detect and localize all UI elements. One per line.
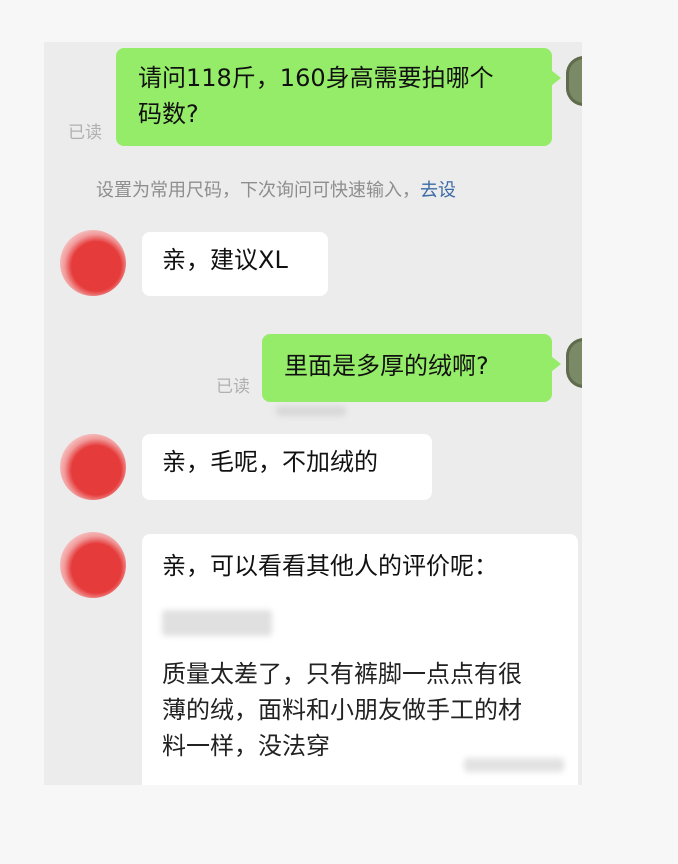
review-line: 质量太差了，只有裤脚一点点有很 <box>162 660 522 688</box>
my-message-bubble[interactable]: 里面是多厚的绒啊? <box>262 334 561 402</box>
message-line: 码数? <box>138 100 199 128</box>
their-message-bubble[interactable]: 亲，毛呢，不加绒的 <box>142 434 432 500</box>
blurred-reviewer-name <box>162 610 272 636</box>
message-text: 亲，可以看看其他人的评价呢： <box>162 552 498 580</box>
user-avatar-icon[interactable] <box>566 338 582 388</box>
read-status: 已读 <box>68 123 102 143</box>
my-message-bubble[interactable]: 请问118斤，160身高需要拍哪个 码数? <box>116 48 561 146</box>
blurred-watermark <box>464 758 564 772</box>
read-status: 已读 <box>216 377 250 397</box>
shop-avatar-icon[interactable] <box>60 532 126 598</box>
user-avatar-icon[interactable] <box>566 56 582 106</box>
size-hint: 设置为常用尺码，下次询问可快速输入，去设 <box>96 176 456 202</box>
chat-screenshot: 已读 请问118斤，160身高需要拍哪个 码数? 设置为常用尺码，下次询问可快速… <box>44 42 582 785</box>
message-text: 亲，建议XL <box>162 246 288 274</box>
shop-avatar-icon[interactable] <box>60 230 126 296</box>
message-text: 里面是多厚的绒啊? <box>284 352 489 380</box>
their-message-bubble[interactable]: 亲，可以看看其他人的评价呢： 质量太差了，只有裤脚一点点有很 薄的绒，面料和小朋… <box>142 534 578 785</box>
review-line: 薄的绒，面料和小朋友做手工的材 <box>162 696 522 724</box>
message-text: 亲，毛呢，不加绒的 <box>162 448 378 476</box>
blurred-text <box>276 406 346 416</box>
message-line: 请问118斤，160身高需要拍哪个 <box>138 64 494 92</box>
size-hint-text: 设置为常用尺码，下次询问可快速输入， <box>96 180 420 201</box>
shop-avatar-icon[interactable] <box>60 434 126 500</box>
their-message-bubble[interactable]: 亲，建议XL <box>142 232 328 296</box>
size-hint-link[interactable]: 去设 <box>420 180 456 201</box>
